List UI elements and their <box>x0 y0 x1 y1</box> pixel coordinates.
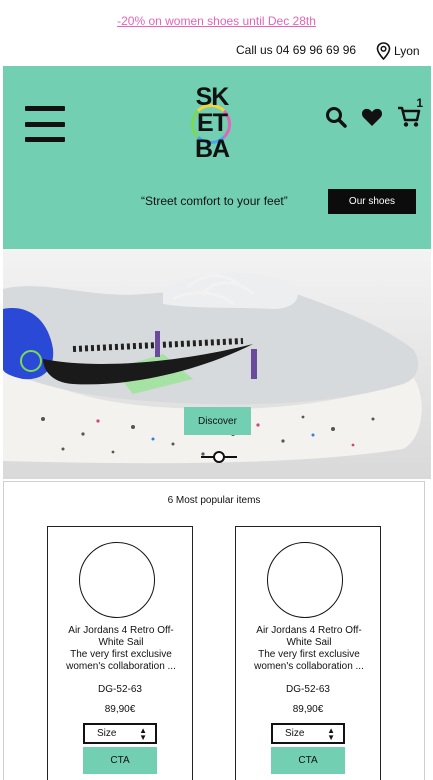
header-icons: 1 <box>325 96 423 128</box>
product-price: 89,90€ <box>104 704 136 715</box>
cart-button[interactable]: 1 <box>397 96 423 128</box>
cta-button[interactable]: CTA <box>83 747 157 774</box>
size-select-label: Size <box>285 728 305 739</box>
product-ref: DG-52-63 <box>286 684 330 695</box>
select-arrows-icon: ▲ ▼ <box>327 726 335 742</box>
product-name[interactable]: Air Jordans 4 Retro Off-White Sail <box>56 625 186 649</box>
product-image[interactable] <box>267 542 343 618</box>
product-card[interactable]: Air Jordans 4 Retro Off-White Sail The v… <box>235 526 381 780</box>
hero-banner: Discover <box>3 249 431 479</box>
location-label: Lyon <box>394 44 420 58</box>
phone-number[interactable]: Call us 04 69 96 69 96 <box>236 43 356 57</box>
heart-icon[interactable] <box>361 107 383 127</box>
our-shoes-button[interactable]: Our shoes <box>328 189 416 214</box>
slogan: “Street comfort to your feet” <box>141 194 288 208</box>
size-select-label: Size <box>97 728 117 739</box>
cta-button[interactable]: CTA <box>271 747 345 774</box>
product-price: 89,90€ <box>292 704 324 715</box>
cart-count-badge: 1 <box>416 96 423 110</box>
logo-line-1: SK <box>195 83 230 111</box>
logo-line-2: ET <box>197 109 228 137</box>
product-image[interactable] <box>79 542 155 618</box>
sneaker-image <box>3 272 422 464</box>
popular-items-section: 6 Most popular items Air Jordans 4 Retro… <box>3 481 425 780</box>
size-select[interactable]: Size ▲ ▼ <box>83 723 157 744</box>
product-name[interactable]: Air Jordans 4 Retro Off-White Sail <box>244 625 374 649</box>
section-title: 6 Most popular items <box>167 495 261 506</box>
brand-logo[interactable]: SK ET BA <box>187 84 237 168</box>
hamburger-menu-icon[interactable] <box>25 106 65 142</box>
top-bar: Call us 04 69 96 69 96 Lyon <box>0 42 433 62</box>
slider-handle-icon[interactable] <box>201 449 237 465</box>
product-description: The very first exclusive women's collabo… <box>254 649 364 672</box>
product-ref: DG-52-63 <box>98 684 142 695</box>
location-pin-icon <box>376 42 391 60</box>
discover-button[interactable]: Discover <box>184 407 251 435</box>
product-description: The very first exclusive women's collabo… <box>66 649 176 672</box>
promo-link[interactable]: -20% on women shoes until Dec 28th <box>0 14 433 28</box>
product-card[interactable]: Air Jordans 4 Retro Off-White Sail The v… <box>47 526 193 780</box>
store-location[interactable]: Lyon <box>376 42 420 60</box>
select-arrows-icon: ▲ ▼ <box>139 726 147 742</box>
search-icon[interactable] <box>325 106 347 128</box>
size-select[interactable]: Size ▲ ▼ <box>271 723 345 744</box>
logo-line-3: BA <box>194 135 230 163</box>
header-band: SK ET BA 1 “Street comfort to your feet”… <box>3 66 431 249</box>
